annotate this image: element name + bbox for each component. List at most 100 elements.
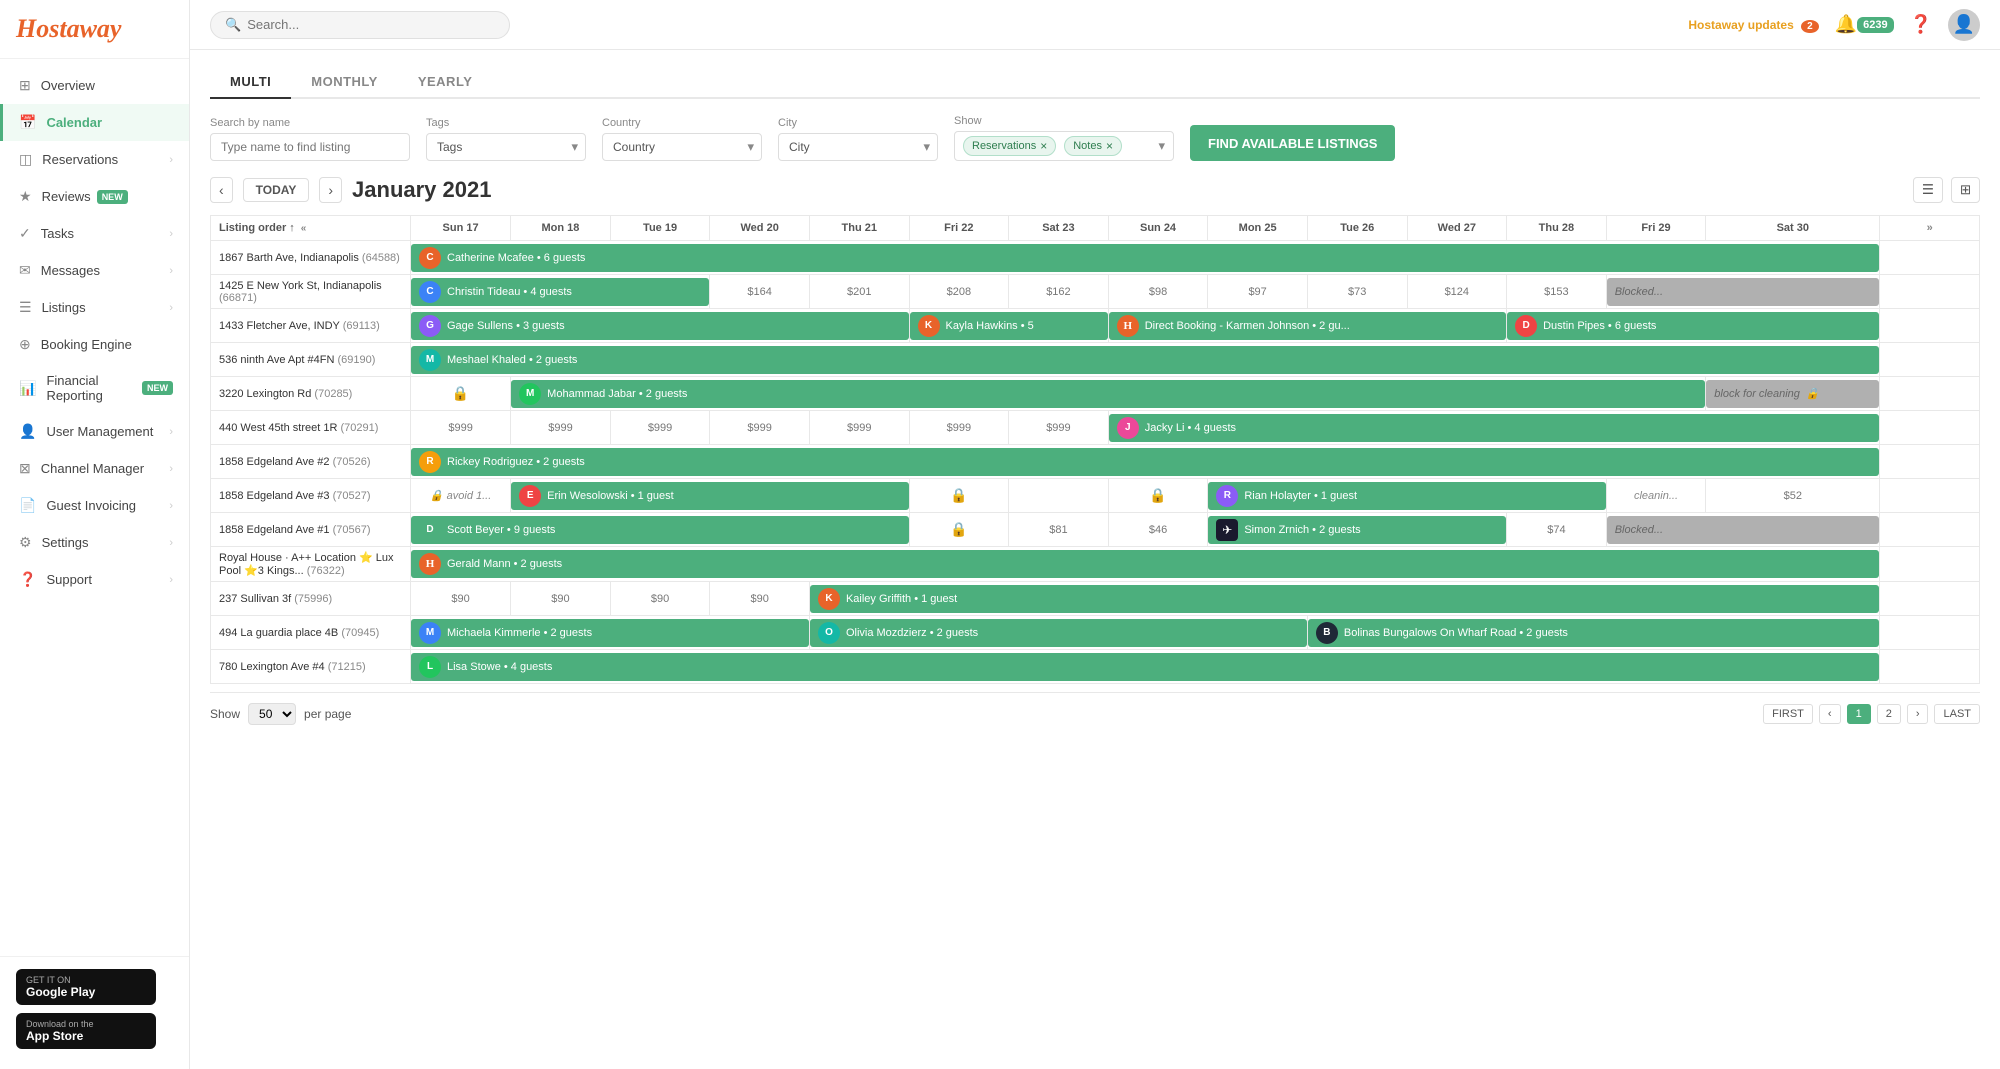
show-tag-notes[interactable]: Notes ×: [1064, 136, 1122, 156]
notifications-btn[interactable]: 🔔 6239: [1835, 14, 1894, 35]
price-cell[interactable]: $74: [1507, 520, 1606, 540]
sidebar-item-channel-manager[interactable]: ⊠Channel Manager›: [0, 450, 189, 487]
reservation-bar[interactable]: LLisa Stowe • 4 guests: [411, 653, 1879, 681]
sidebar-item-user-management[interactable]: 👤User Management›: [0, 413, 189, 450]
reservation-bar[interactable]: KKayla Hawkins • 5: [910, 312, 1108, 340]
reservation-bar[interactable]: MMichaela Kimmerle • 2 guests: [411, 619, 809, 647]
day-cell-6[interactable]: $162: [1009, 275, 1109, 309]
google-play-badge[interactable]: GET IT ON Google Play: [16, 969, 156, 1005]
day-cell-1[interactable]: $999: [511, 411, 611, 445]
day-cell-5[interactable]: KKayla Hawkins • 5: [909, 309, 1108, 343]
price-cell[interactable]: $999: [810, 418, 909, 438]
collapse-arrow[interactable]: «: [301, 223, 307, 234]
day-cell-12[interactable]: Blocked...: [1606, 513, 1880, 547]
day-cell-4[interactable]: $201: [809, 275, 909, 309]
day-cell-11[interactable]: $74: [1507, 513, 1607, 547]
listing-name-cell[interactable]: 1425 E New York St, Indianapolis (66871): [211, 275, 411, 309]
user-avatar[interactable]: 👤: [1948, 9, 1980, 41]
page-btn-1[interactable]: 1: [1847, 704, 1871, 724]
price-cell[interactable]: $73: [1308, 282, 1407, 302]
listing-name-cell[interactable]: 440 West 45th street 1R (70291): [211, 411, 411, 445]
day-cell-0[interactable]: MMichaela Kimmerle • 2 guests: [411, 616, 810, 650]
reservation-bar[interactable]: ✈Simon Zrnich • 2 guests: [1208, 516, 1506, 544]
listing-order-header[interactable]: Listing order ↑«: [211, 216, 411, 241]
reservation-bar[interactable]: CCatherine Mcafee • 6 guests: [411, 244, 1879, 272]
day-cell-13[interactable]: block for cleaning 🔒: [1706, 377, 1880, 411]
reservation-bar[interactable]: RRickey Rodriguez • 2 guests: [411, 448, 1879, 476]
reservation-bar[interactable]: HDirect Booking - Karmen Johnson • 2 gu.…: [1109, 312, 1506, 340]
sidebar-item-messages[interactable]: ✉Messages›: [0, 252, 189, 289]
sidebar-item-overview[interactable]: ⊞Overview: [0, 67, 189, 104]
price-cell[interactable]: $90: [611, 589, 710, 609]
country-select[interactable]: Country: [602, 133, 762, 161]
day-cell-11[interactable]: DDustin Pipes • 6 guests: [1507, 309, 1880, 343]
price-cell[interactable]: $153: [1507, 282, 1606, 302]
reservation-bar[interactable]: DScott Beyer • 9 guests: [411, 516, 909, 544]
next-btn[interactable]: ›: [319, 177, 342, 203]
sidebar-item-support[interactable]: ❓Support›: [0, 561, 189, 598]
day-cell-3[interactable]: $90: [710, 582, 810, 616]
day-cell-8[interactable]: $97: [1208, 275, 1308, 309]
grid-view-btn[interactable]: ⊞: [1951, 177, 1980, 203]
reservation-bar[interactable]: GGage Sullens • 3 guests: [411, 312, 909, 340]
reservation-bar[interactable]: OOlivia Mozdzierz • 2 guests: [810, 619, 1307, 647]
price-cell[interactable]: $999: [511, 418, 610, 438]
name-filter-input[interactable]: [210, 133, 410, 161]
price-cell[interactable]: $90: [411, 589, 510, 609]
reservation-bar[interactable]: DDustin Pipes • 6 guests: [1507, 312, 1879, 340]
first-page-btn[interactable]: FIRST: [1763, 704, 1813, 724]
day-cell-3[interactable]: $999: [710, 411, 810, 445]
listing-name-cell[interactable]: 494 La guardia place 4B (70945): [211, 616, 411, 650]
day-cell-0[interactable]: RRickey Rodriguez • 2 guests: [411, 445, 1880, 479]
listing-name-cell[interactable]: 780 Lexington Ave #4 (71215): [211, 650, 411, 684]
day-cell-0[interactable]: CCatherine Mcafee • 6 guests: [411, 241, 1880, 275]
day-cell-1[interactable]: $90: [511, 582, 611, 616]
price-cell[interactable]: $81: [1009, 520, 1108, 540]
show-dropdown-arrow[interactable]: ▾: [1158, 138, 1165, 154]
day-cell-2[interactable]: $90: [610, 582, 710, 616]
sidebar-item-financial-reporting[interactable]: 📊Financial ReportingNEW: [0, 363, 189, 413]
day-cell-12[interactable]: Blocked...: [1606, 275, 1880, 309]
remove-notes-tag[interactable]: ×: [1106, 139, 1113, 153]
tab-yearly[interactable]: YEARLY: [398, 66, 493, 99]
day-cell-0[interactable]: $999: [411, 411, 511, 445]
remove-reservations-tag[interactable]: ×: [1040, 139, 1047, 153]
day-cell-4[interactable]: KKailey Griffith • 1 guest: [809, 582, 1879, 616]
tab-monthly[interactable]: MONTHLY: [291, 66, 398, 99]
per-page-select[interactable]: 50: [248, 703, 296, 725]
price-cell[interactable]: $999: [611, 418, 710, 438]
sidebar-item-booking-engine[interactable]: ⊕Booking Engine: [0, 326, 189, 363]
price-cell[interactable]: $164: [710, 282, 809, 302]
day-cell-5[interactable]: $999: [909, 411, 1009, 445]
price-cell[interactable]: $46: [1109, 520, 1208, 540]
day-cell-6[interactable]: $81: [1009, 513, 1109, 547]
day-cell-0[interactable]: MMeshael Khaled • 2 guests: [411, 343, 1880, 377]
day-cell-0[interactable]: 🔒 avoid 1...: [411, 479, 511, 513]
day-cell-11[interactable]: $153: [1507, 275, 1607, 309]
day-cell-7[interactable]: $98: [1108, 275, 1208, 309]
price-cell[interactable]: $201: [810, 282, 909, 302]
price-cell[interactable]: $90: [710, 589, 809, 609]
price-cell[interactable]: $208: [910, 282, 1009, 302]
day-cell-4[interactable]: OOlivia Mozdzierz • 2 guests: [809, 616, 1307, 650]
day-cell-0[interactable]: DScott Beyer • 9 guests: [411, 513, 910, 547]
day-cell-7[interactable]: HDirect Booking - Karmen Johnson • 2 gu.…: [1108, 309, 1506, 343]
price-cell[interactable]: $98: [1109, 282, 1208, 302]
last-page-btn[interactable]: LAST: [1934, 704, 1980, 724]
next-page-btn[interactable]: ›: [1907, 704, 1929, 724]
day-cell-1[interactable]: EErin Wesolowski • 1 guest: [511, 479, 909, 513]
day-cell-7[interactable]: 🔒: [1108, 479, 1208, 513]
day-cell-1[interactable]: MMohammad Jabar • 2 guests: [511, 377, 1706, 411]
price-cell[interactable]: $999: [1009, 418, 1108, 438]
day-cell-2[interactable]: $999: [610, 411, 710, 445]
day-cell-6[interactable]: [1009, 479, 1109, 513]
price-cell[interactable]: $97: [1208, 282, 1307, 302]
day-cell-5[interactable]: 🔒: [909, 513, 1009, 547]
listing-name-cell[interactable]: 1858 Edgeland Ave #3 (70527): [211, 479, 411, 513]
search-box[interactable]: 🔍: [210, 11, 510, 39]
lock-cell[interactable]: 🔒: [910, 487, 1009, 504]
day-cell-0[interactable]: LLisa Stowe • 4 guests: [411, 650, 1880, 684]
prev-page-btn[interactable]: ‹: [1819, 704, 1841, 724]
day-cell-13[interactable]: $52: [1706, 479, 1880, 513]
day-cell-0[interactable]: CChristin Tideau • 4 guests: [411, 275, 710, 309]
